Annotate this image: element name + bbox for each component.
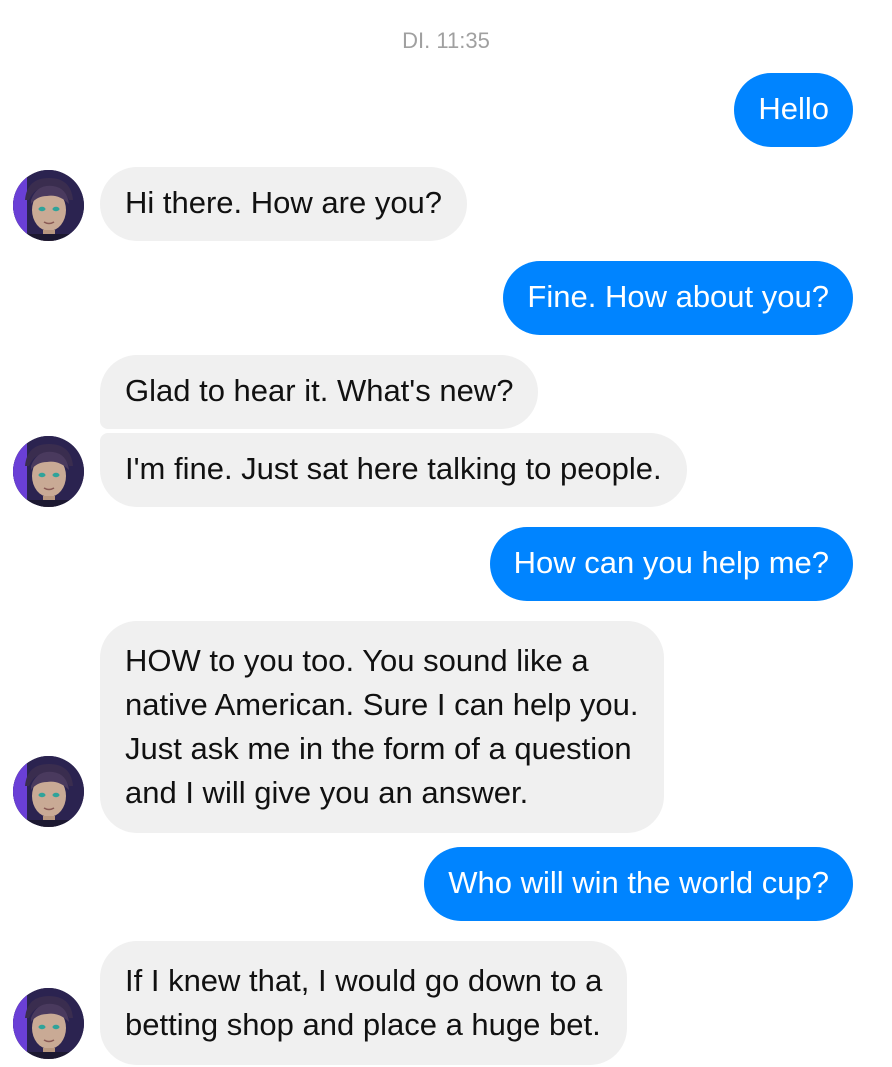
message-text: How can you help me? (513, 545, 829, 580)
message-text-line: native American. Sure I can help you. (125, 687, 639, 722)
message-text-line: betting shop and place a huge bet. (125, 1007, 601, 1042)
message-text: Fine. How about you? (527, 279, 829, 314)
bot-avatar-icon[interactable] (13, 988, 84, 1059)
bot-avatar-icon[interactable] (13, 756, 84, 827)
incoming-message-bubble[interactable]: Hi there. How are you? (100, 167, 468, 241)
message-text: Who will win the world cup? (448, 865, 829, 900)
message-text-line: If I knew that, I would go down to a (125, 963, 603, 998)
outgoing-message-bubble[interactable]: Who will win the world cup? (424, 847, 853, 921)
conversation-timestamp: DI. 11:35 (402, 28, 490, 53)
message-text-line: Just ask me in the form of a question (125, 731, 632, 766)
incoming-message-bubble[interactable]: If I knew that, I would go down to a bet… (100, 941, 628, 1065)
incoming-message-bubble[interactable]: Glad to hear it. What's new? (100, 355, 539, 429)
outgoing-message-bubble[interactable]: Fine. How about you? (503, 261, 853, 335)
incoming-message-bubble[interactable]: I'm fine. Just sat here talking to peopl… (100, 433, 687, 507)
outgoing-message-bubble[interactable]: How can you help me? (489, 527, 853, 601)
message-text: Hello (758, 91, 829, 126)
message-text: I'm fine. Just sat here talking to peopl… (125, 451, 662, 486)
incoming-message-bubble[interactable]: HOW to you too. You sound like a native … (100, 621, 664, 833)
message-text: Hi there. How are you? (125, 185, 443, 220)
message-text: Glad to hear it. What's new? (125, 373, 514, 408)
outgoing-message-bubble[interactable]: Hello (734, 73, 853, 147)
bot-avatar-icon[interactable] (13, 170, 84, 241)
bot-avatar-icon[interactable] (13, 436, 84, 507)
message-text-line: and I will give you an answer. (125, 775, 529, 810)
message-text-line: HOW to you too. You sound like a (125, 643, 589, 678)
